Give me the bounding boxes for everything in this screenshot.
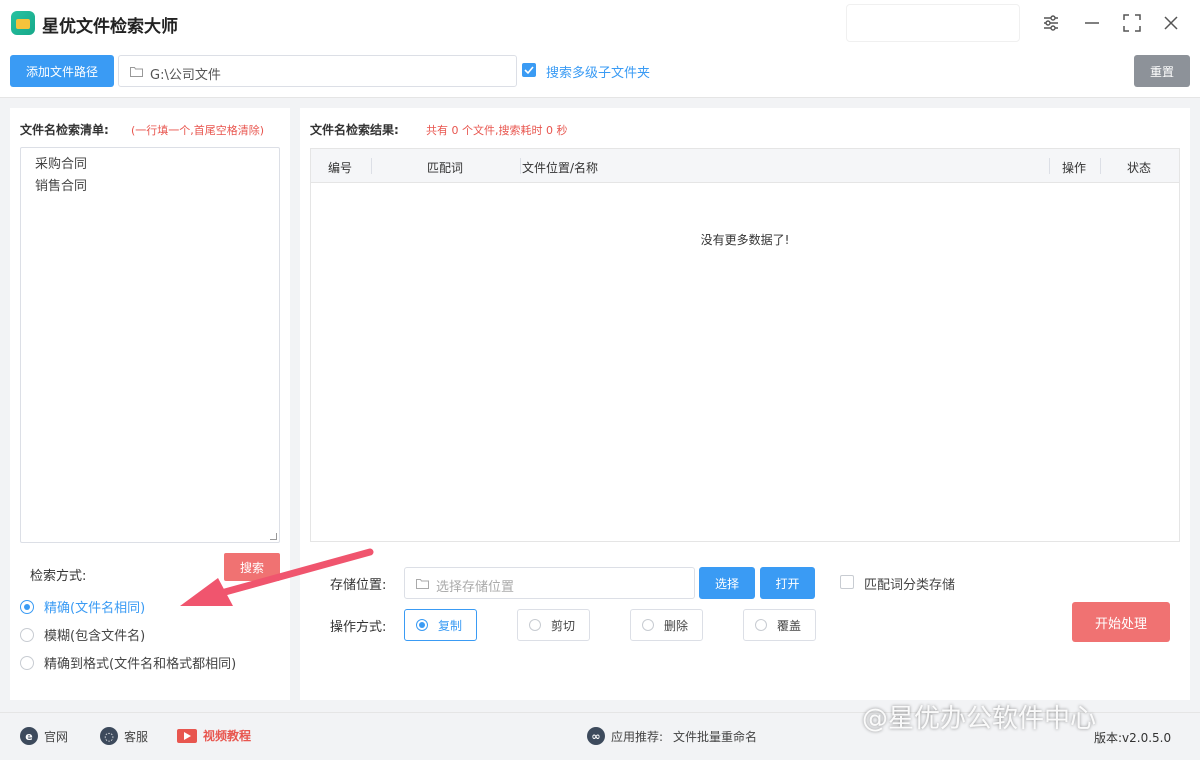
start-processing-button[interactable]: 开始处理 xyxy=(1072,602,1170,642)
column-header-action: 操作 xyxy=(1062,161,1087,175)
minimize-icon[interactable] xyxy=(1079,10,1105,36)
title-bar: 星优文件检索大师 xyxy=(0,0,1200,46)
maximize-icon[interactable] xyxy=(1119,10,1145,36)
operation-cut-label: 剪切 xyxy=(551,618,576,633)
folder-icon xyxy=(130,67,143,77)
website-icon: e xyxy=(20,727,38,745)
subfolder-label[interactable]: 搜索多级子文件夹 xyxy=(546,62,650,81)
add-file-path-button[interactable]: 添加文件路径 xyxy=(10,55,114,87)
radio-icon xyxy=(20,627,34,642)
column-divider xyxy=(1100,158,1101,174)
column-divider xyxy=(1049,158,1050,174)
app-logo-icon xyxy=(11,11,35,35)
column-divider xyxy=(371,158,372,174)
operation-overwrite-label: 覆盖 xyxy=(777,618,802,633)
website-label: 官网 xyxy=(44,729,69,744)
operation-delete-label: 删除 xyxy=(664,618,689,633)
keyword-line: 销售合同 xyxy=(35,179,88,194)
operation-copy-label: 复制 xyxy=(438,618,463,633)
subfolder-checkbox[interactable] xyxy=(522,63,536,77)
choose-location-button[interactable]: 选择 xyxy=(699,567,755,599)
toolbar: 添加文件路径 G:\公司文件 搜索多级子文件夹 重置 xyxy=(0,46,1200,98)
table-header: 编号 匹配词 文件位置/名称 操作 状态 xyxy=(311,149,1179,183)
video-tutorial-link[interactable]: 视频教程 xyxy=(177,727,251,744)
results-panel: 文件名检索结果: 共有 0 个文件,搜索耗时 0 秒 编号 匹配词 文件位置/名… xyxy=(300,108,1190,700)
column-header-status: 状态 xyxy=(1127,161,1152,175)
recommend-prefix: 应用推荐: xyxy=(611,729,664,744)
file-path-value: G:\公司文件 xyxy=(150,68,221,83)
watermark-text: @星优办公软件中心 xyxy=(862,704,1097,734)
keyword-line: 采购合同 xyxy=(35,157,88,172)
classify-storage-label[interactable]: 匹配词分类存储 xyxy=(864,574,955,593)
search-button[interactable]: 搜索 xyxy=(224,553,280,581)
title-bar-blank-box xyxy=(846,4,1020,42)
customer-service-link[interactable]: ◌ 客服 xyxy=(100,727,148,745)
storage-location-input[interactable]: 选择存储位置 xyxy=(404,567,695,599)
radio-selected-icon xyxy=(20,599,34,614)
resize-grip-icon[interactable] xyxy=(270,533,277,540)
chat-bubble-icon: ◌ xyxy=(100,727,118,745)
storage-label: 存储位置: xyxy=(330,578,387,593)
radio-icon xyxy=(20,655,34,670)
operation-copy-radio[interactable]: 复制 xyxy=(404,609,477,641)
customer-service-label: 客服 xyxy=(124,729,149,744)
column-header-location: 文件位置/名称 xyxy=(522,161,599,175)
search-list-panel: 文件名检索清单: (一行填一个,首尾空格清除) 采购合同 销售合同 检索方式: … xyxy=(10,108,290,700)
radio-icon xyxy=(642,619,654,631)
mode-exact-radio[interactable]: 精确(文件名相同) xyxy=(20,597,145,616)
website-link[interactable]: e 官网 xyxy=(20,727,68,745)
results-table: 编号 匹配词 文件位置/名称 操作 状态 没有更多数据了! xyxy=(310,148,1180,542)
close-icon[interactable] xyxy=(1158,10,1184,36)
mode-fuzzy-radio[interactable]: 模糊(包含文件名) xyxy=(20,625,145,644)
storage-placeholder: 选择存储位置 xyxy=(436,580,515,595)
search-mode-title: 检索方式: xyxy=(30,569,87,584)
radio-selected-icon xyxy=(416,619,428,631)
settings-sliders-icon[interactable] xyxy=(1038,10,1064,36)
operation-overwrite-radio[interactable]: 覆盖 xyxy=(743,609,816,641)
operation-cut-radio[interactable]: 剪切 xyxy=(517,609,590,641)
video-tutorial-label: 视频教程 xyxy=(203,729,252,743)
operation-delete-radio[interactable]: 删除 xyxy=(630,609,703,641)
mode-fuzzy-label: 模糊(包含文件名) xyxy=(44,629,146,644)
column-header-number: 编号 xyxy=(328,161,353,175)
reset-button[interactable]: 重置 xyxy=(1134,55,1190,87)
version-text: 版本:v2.0.5.0 xyxy=(1094,731,1172,745)
results-title: 文件名检索结果: xyxy=(310,123,399,137)
check-icon xyxy=(524,66,534,75)
app-recommendation[interactable]: ∞ 应用推荐: 文件批量重命名 xyxy=(587,727,757,745)
folder-icon xyxy=(416,579,429,589)
link-icon: ∞ xyxy=(587,727,605,745)
file-path-input[interactable]: G:\公司文件 xyxy=(118,55,517,87)
mode-format-label: 精确到格式(文件名和格式都相同) xyxy=(44,657,237,672)
column-header-match: 匹配词 xyxy=(427,161,464,175)
column-divider xyxy=(520,158,521,174)
mode-exact-label: 精确(文件名相同) xyxy=(44,601,146,616)
results-summary: 共有 0 个文件,搜索耗时 0 秒 xyxy=(426,124,568,137)
open-location-button[interactable]: 打开 xyxy=(760,567,815,599)
video-play-icon xyxy=(177,728,197,743)
radio-icon xyxy=(755,619,767,631)
classify-storage-checkbox[interactable] xyxy=(840,575,854,589)
radio-icon xyxy=(529,619,541,631)
recommend-app-name[interactable]: 文件批量重命名 xyxy=(673,728,757,745)
search-list-title: 文件名检索清单: xyxy=(20,123,109,137)
empty-results-message: 没有更多数据了! xyxy=(700,233,790,247)
mode-format-radio[interactable]: 精确到格式(文件名和格式都相同) xyxy=(20,653,236,672)
keywords-textarea[interactable]: 采购合同 销售合同 xyxy=(20,147,280,543)
operation-label: 操作方式: xyxy=(330,620,387,635)
search-list-hint: (一行填一个,首尾空格清除) xyxy=(131,124,265,137)
app-title: 星优文件检索大师 xyxy=(42,17,178,37)
